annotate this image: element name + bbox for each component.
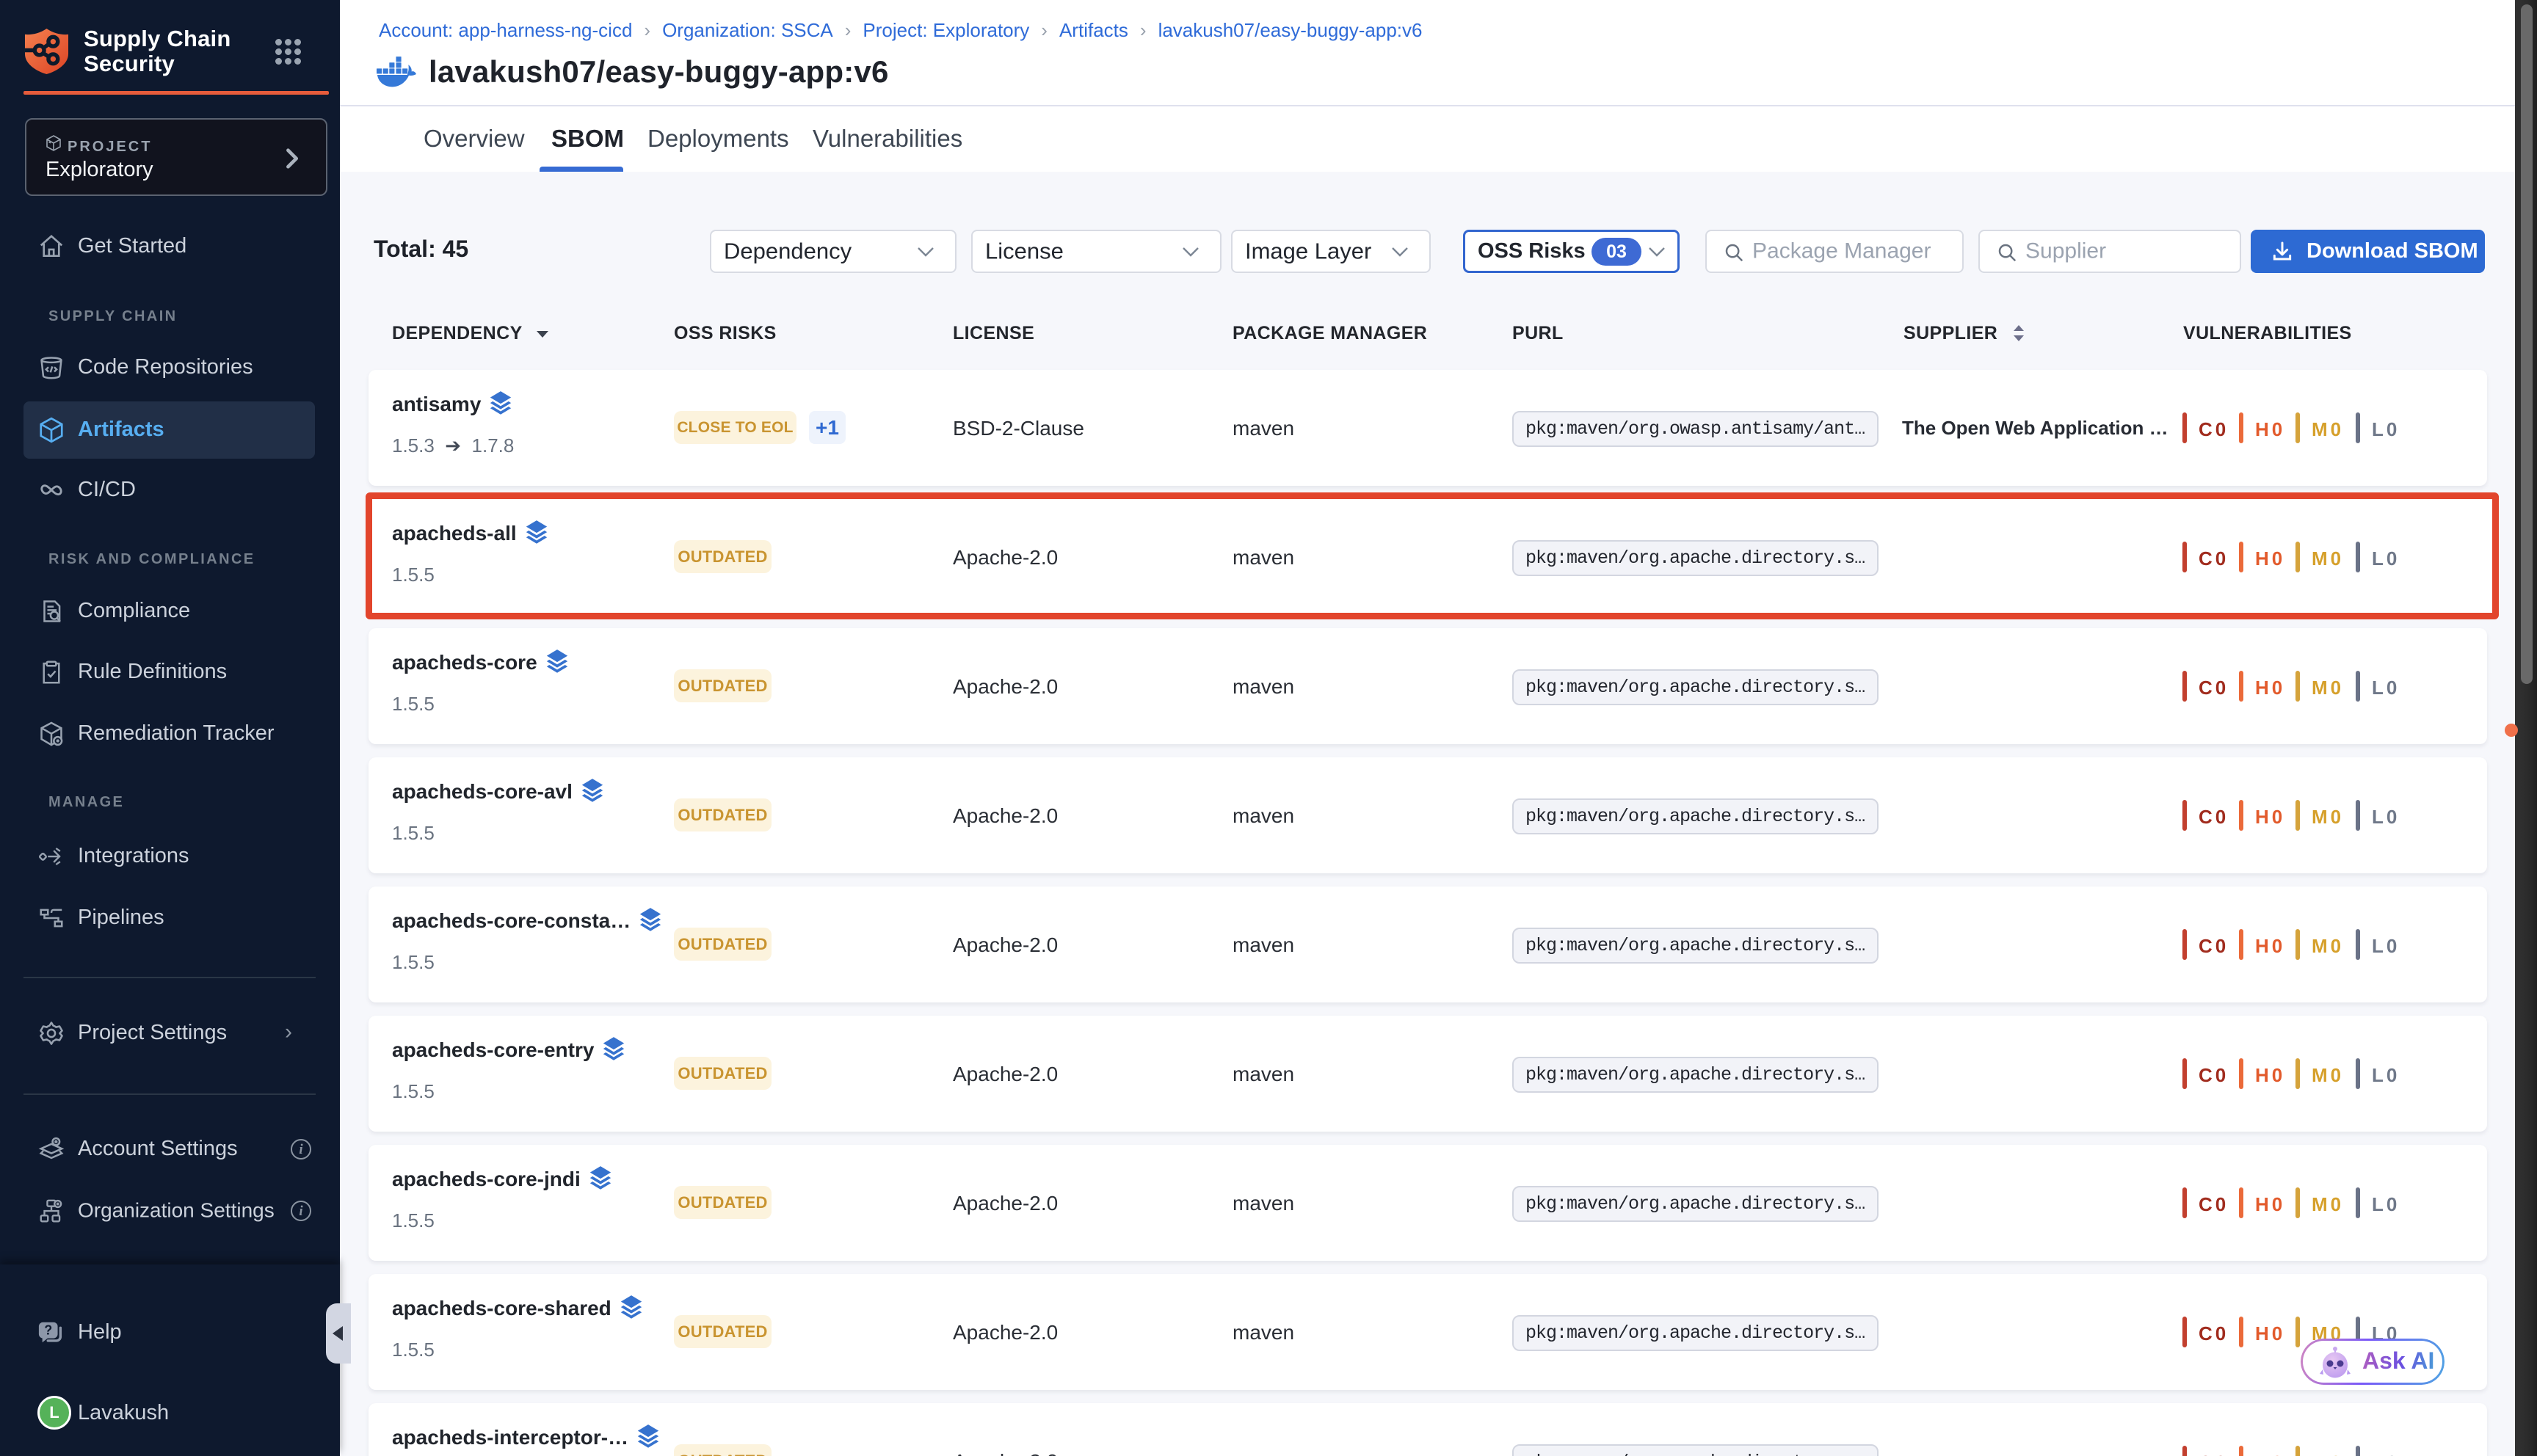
svg-text:?: ?	[44, 1322, 52, 1337]
